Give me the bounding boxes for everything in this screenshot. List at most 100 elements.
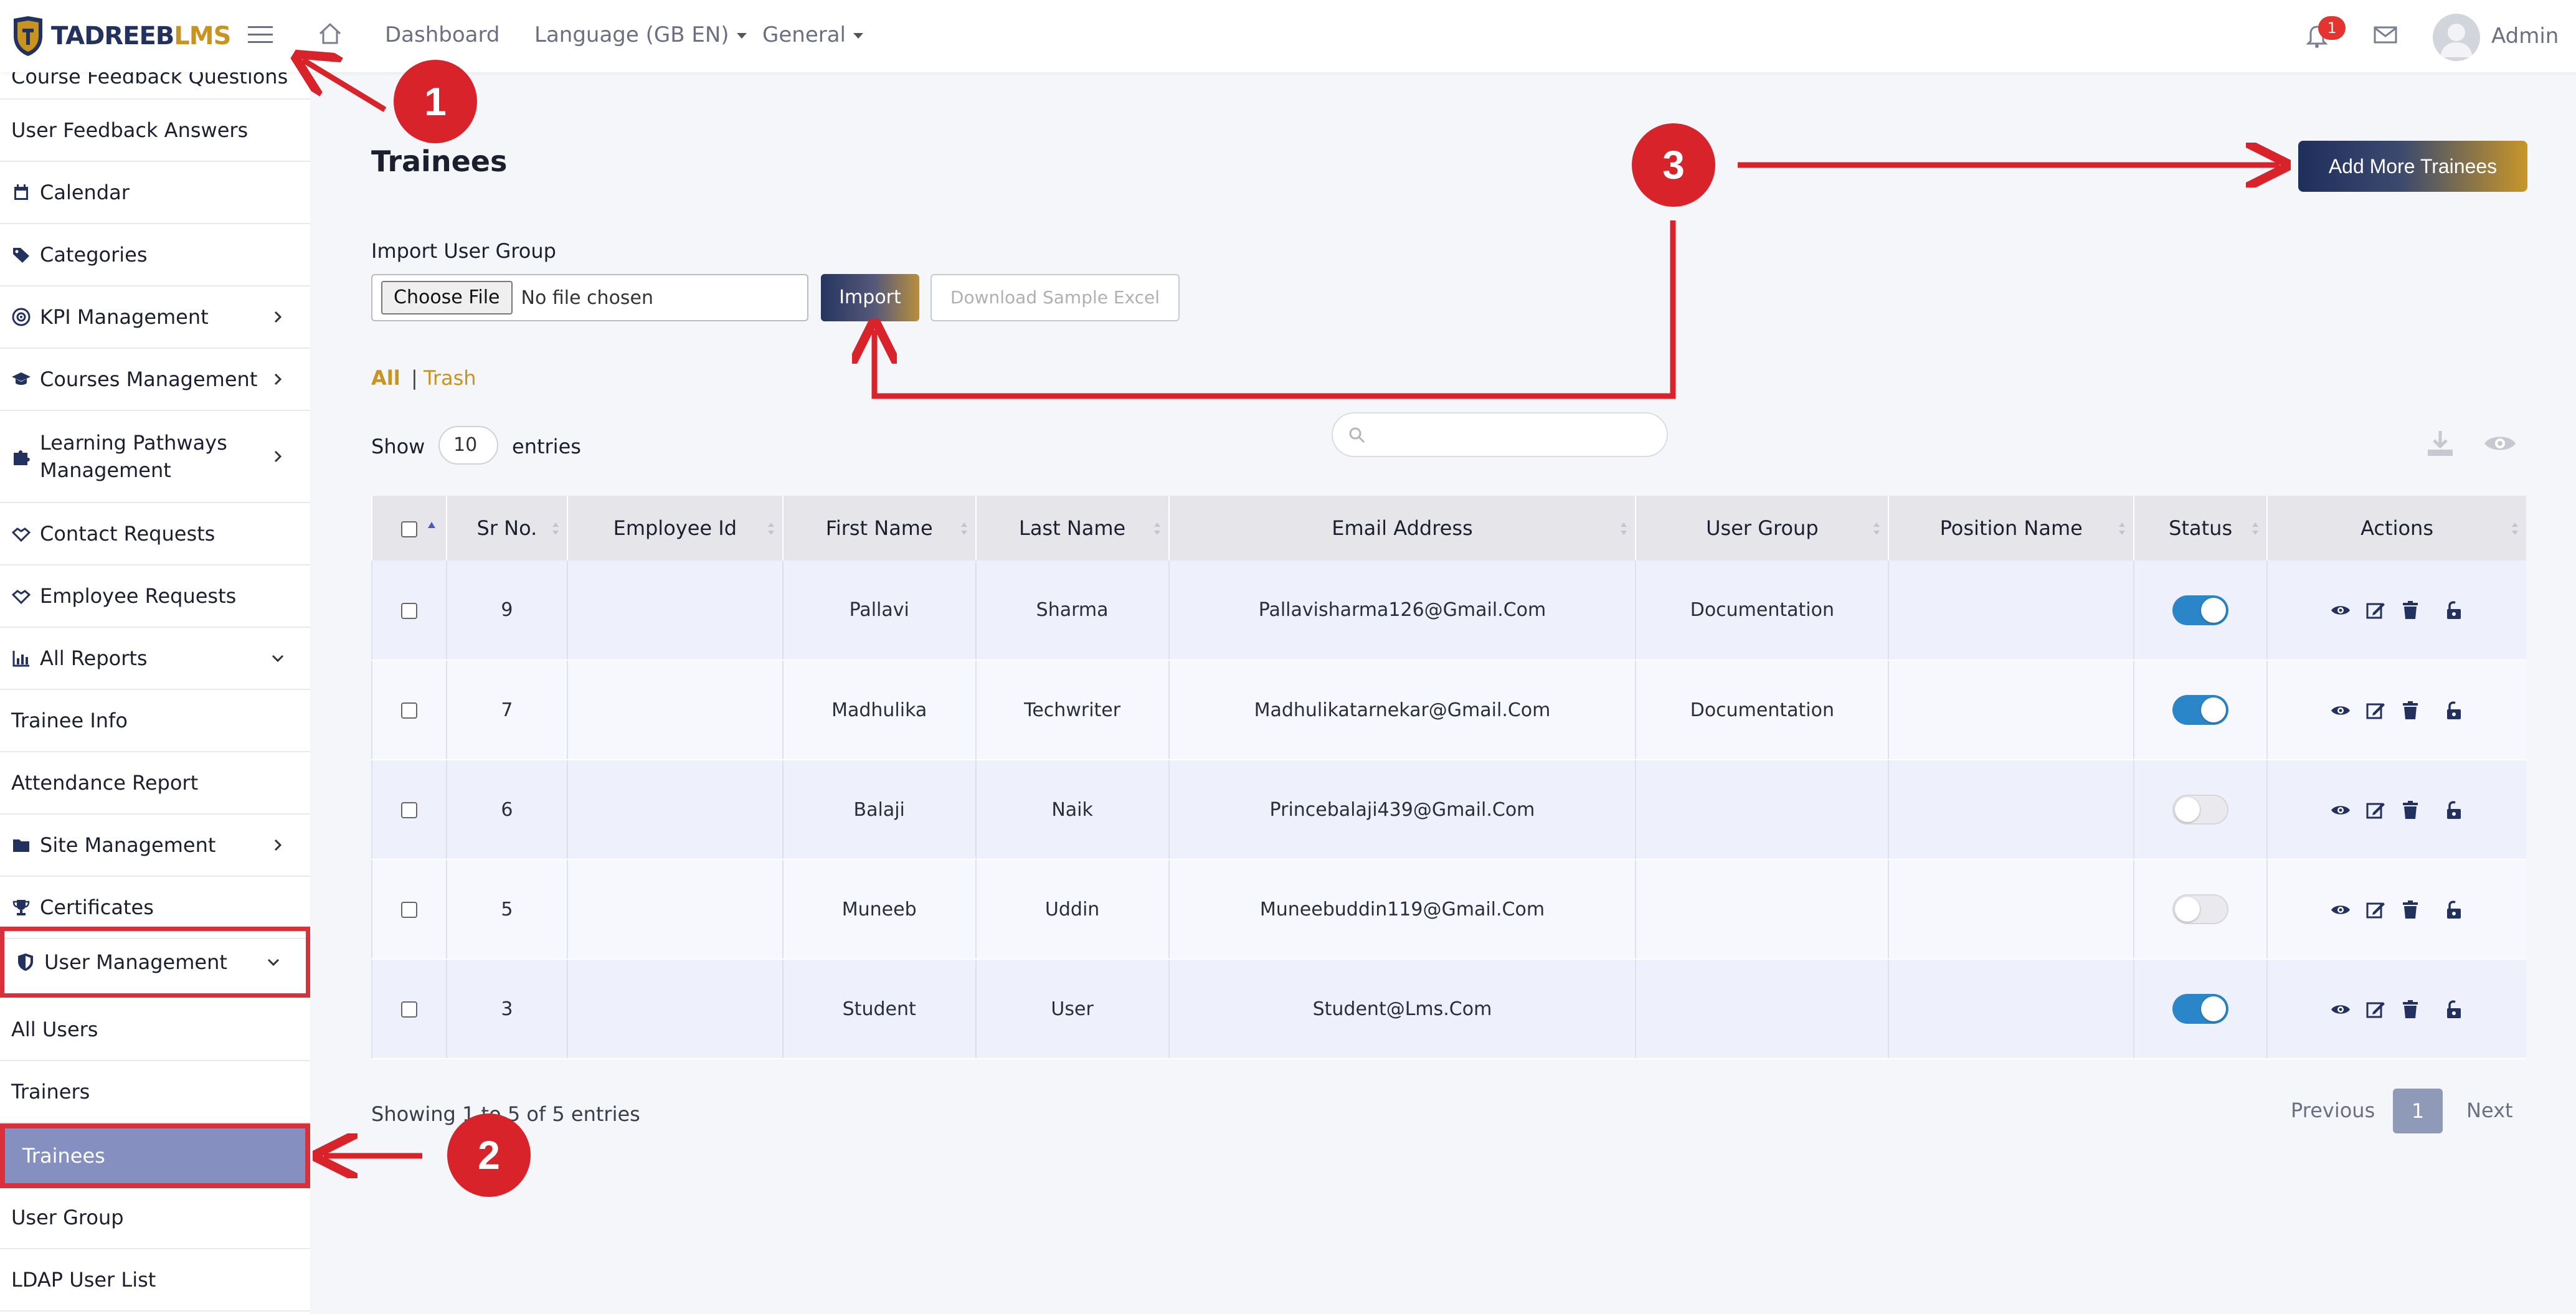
filter-trash-link[interactable]: Trash (424, 366, 476, 390)
unlock-icon[interactable] (2443, 899, 2465, 920)
column-header-user-group[interactable]: User Group (1635, 496, 1889, 560)
sidebar-item-site-management[interactable]: Site Management (0, 815, 310, 877)
table-search-input[interactable] (1332, 412, 1668, 457)
column-visibility-eye-icon[interactable] (2483, 431, 2517, 456)
pagination-page-1[interactable]: 1 (2393, 1089, 2443, 1133)
annotation-badge-1: 1 (394, 60, 477, 143)
sidebar-item-courses-management[interactable]: Courses Management (0, 349, 310, 411)
nav-dashboard-link[interactable]: Dashboard (385, 22, 500, 47)
sidebar-item-kpi-management[interactable]: KPI Management (0, 286, 310, 349)
edit-icon[interactable] (2365, 899, 2386, 920)
user-avatar[interactable] (2433, 14, 2480, 61)
column-header-sr-no[interactable]: Sr No. (445, 496, 567, 560)
edit-icon[interactable] (2365, 800, 2386, 821)
select-all-checkbox[interactable] (400, 521, 417, 537)
column-header-label: First Name (825, 516, 933, 540)
row-select-cell (371, 959, 447, 1059)
sidebar-item-course-feedback-questions[interactable]: Course Feedback Questions (0, 72, 310, 100)
user-silhouette-icon (2440, 24, 2473, 57)
filter-all-link[interactable]: All (371, 366, 400, 390)
cell-position-name (1888, 959, 2134, 1059)
sidebar-item-user-group[interactable]: User Group (0, 1187, 310, 1249)
column-header-email[interactable]: Email Address (1168, 496, 1636, 560)
column-header-employee-id[interactable]: Employee Id (566, 496, 783, 560)
choose-file-button[interactable]: Choose File (381, 281, 513, 314)
pagination-next[interactable]: Next (2466, 1099, 2513, 1122)
column-header-last-name[interactable]: Last Name (975, 496, 1169, 560)
edit-icon[interactable] (2365, 600, 2386, 621)
column-header-first-name[interactable]: First Name (782, 496, 976, 560)
cell-first-name: Pallavi (782, 560, 976, 661)
unlock-icon[interactable] (2443, 999, 2465, 1020)
row-checkbox[interactable] (400, 602, 417, 619)
status-toggle[interactable] (2172, 795, 2229, 825)
trash-icon[interactable] (2400, 800, 2421, 821)
status-toggle[interactable] (2172, 994, 2229, 1024)
cell-status (2133, 660, 2268, 760)
view-eye-icon[interactable] (2330, 700, 2351, 721)
view-eye-icon[interactable] (2330, 999, 2351, 1020)
status-toggle[interactable] (2172, 595, 2229, 625)
sidebar-item-calendar[interactable]: Calendar (0, 162, 310, 224)
trash-icon[interactable] (2400, 999, 2421, 1020)
calendar-icon (14, 184, 28, 200)
mail-icon[interactable] (2373, 25, 2398, 45)
cell-last-name: Naik (975, 760, 1169, 860)
unlock-icon[interactable] (2443, 800, 2465, 821)
sidebar-item-user-management[interactable]: User Management (0, 927, 310, 998)
nav-language-dropdown[interactable]: Language (GB EN) (534, 22, 747, 47)
status-toggle[interactable] (2172, 894, 2229, 924)
import-user-group-label: Import User Group (371, 239, 556, 263)
nav-general-dropdown[interactable]: General (762, 22, 863, 47)
trash-icon[interactable] (2400, 700, 2421, 721)
download-sample-excel-button[interactable]: Download Sample Excel (930, 274, 1180, 321)
row-checkbox[interactable] (400, 902, 417, 918)
sidebar-item-all-users[interactable]: All Users (0, 999, 310, 1061)
trash-icon[interactable] (2400, 899, 2421, 920)
status-toggle[interactable] (2172, 695, 2229, 725)
add-more-trainees-button[interactable]: Add More Trainees (2298, 141, 2527, 192)
sidebar-item-categories[interactable]: Categories (0, 224, 310, 286)
column-header-status[interactable]: Status (2133, 496, 2268, 560)
sidebar-item-contact-requests[interactable]: Contact Requests (0, 503, 310, 565)
row-checkbox[interactable] (400, 702, 417, 719)
view-eye-icon[interactable] (2330, 800, 2351, 821)
hamburger-menu-icon[interactable] (247, 24, 274, 46)
column-header-position-name[interactable]: Position Name (1888, 496, 2134, 560)
user-name[interactable]: Admin (2491, 24, 2559, 49)
page-title: Trainees (371, 144, 508, 178)
row-checkbox[interactable] (400, 1001, 417, 1018)
import-button[interactable]: Import (821, 274, 919, 321)
home-icon[interactable] (318, 21, 343, 46)
sidebar-item-ldap-user-list[interactable]: LDAP User List (0, 1249, 310, 1312)
pagination-previous[interactable]: Previous (2291, 1099, 2375, 1122)
sidebar-item-user-feedback-answers[interactable]: User Feedback Answers (0, 100, 310, 162)
sidebar-item-attendance-report[interactable]: Attendance Report (0, 752, 310, 815)
sidebar-item-label: Employee Requests (40, 584, 237, 608)
sidebar-item-trainees[interactable]: Trainees (0, 1123, 310, 1188)
sidebar-item-all-reports[interactable]: All Reports (0, 628, 310, 690)
sort-icon (1873, 522, 1880, 535)
unlock-icon[interactable] (2443, 600, 2465, 621)
row-checkbox[interactable] (400, 802, 417, 818)
sidebar-item-trainers[interactable]: Trainers (0, 1061, 310, 1123)
edit-icon[interactable] (2365, 999, 2386, 1020)
trash-icon[interactable] (2400, 600, 2421, 621)
file-input[interactable]: Choose File No file chosen (371, 274, 808, 321)
sidebar-item-trainee-info[interactable]: Trainee Info (0, 690, 310, 752)
edit-icon[interactable] (2365, 700, 2386, 721)
sidebar-item-label: KPI Management (40, 305, 209, 329)
view-eye-icon[interactable] (2330, 600, 2351, 621)
unlock-icon[interactable] (2443, 700, 2465, 721)
sidebar-item-learning-pathways-management[interactable]: Learning Pathways Management (0, 411, 310, 503)
chevron-down-icon (853, 33, 863, 39)
download-icon[interactable] (2424, 427, 2456, 460)
sidebar-item-employee-requests[interactable]: Employee Requests (0, 565, 310, 628)
logo[interactable]: TADREEBLMS (11, 15, 231, 57)
select-all-header (371, 496, 447, 560)
view-eye-icon[interactable] (2330, 899, 2351, 920)
logo-text-part1: TADREEB (51, 22, 174, 50)
cell-employee-id (566, 560, 783, 661)
table-row: 3 Student User Student@Lms.Com (371, 959, 2526, 1059)
entries-per-page-select[interactable]: 10 (438, 426, 498, 465)
